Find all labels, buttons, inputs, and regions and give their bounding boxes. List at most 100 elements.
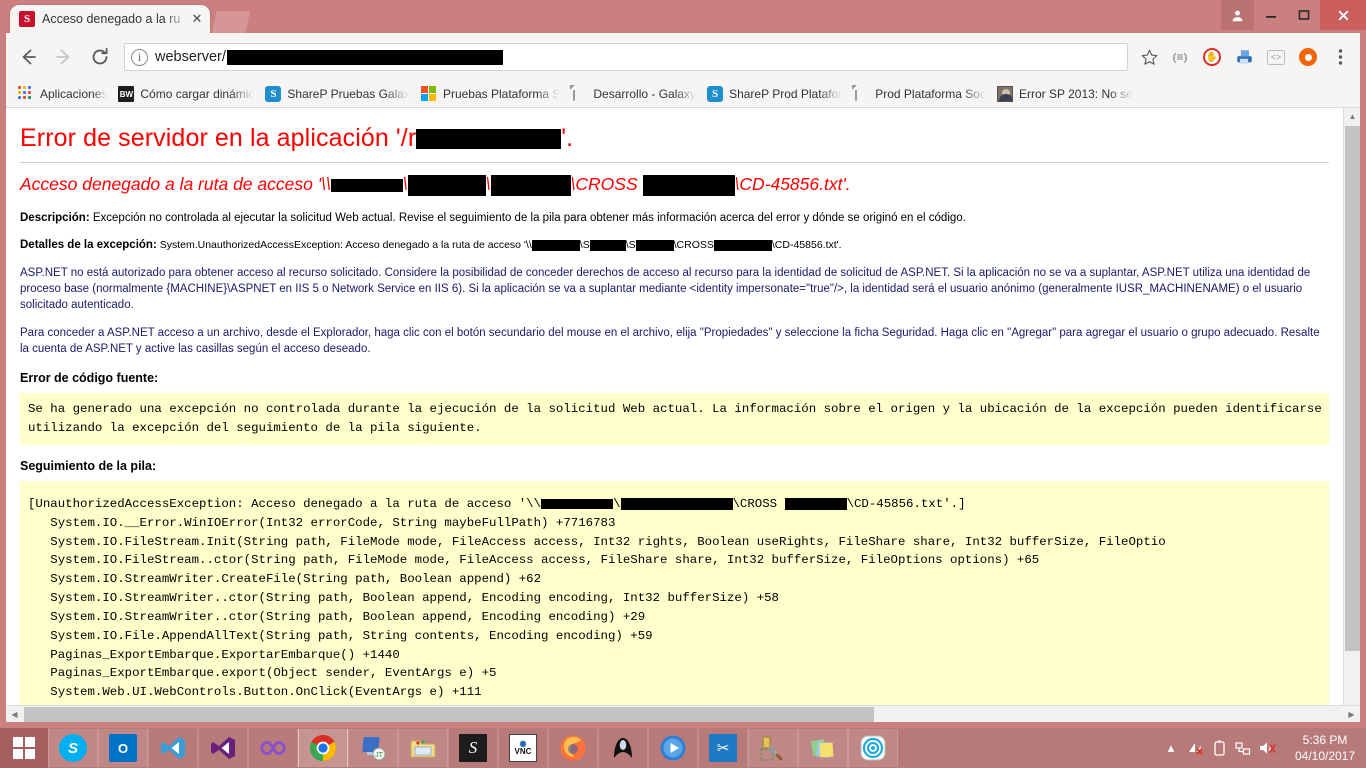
scroll-up-arrow-icon[interactable]: ▲: [1344, 108, 1361, 125]
new-tab-button[interactable]: [212, 11, 250, 33]
network-icon[interactable]: [1232, 733, 1254, 763]
visual-studio-blue-icon: [161, 737, 185, 759]
horizontal-scroll-thumb[interactable]: [24, 707, 874, 722]
tab-strip: S Acceso denegado a la ru ✕: [10, 5, 250, 33]
back-button[interactable]: [10, 39, 46, 75]
bw-icon: BW: [118, 86, 135, 102]
horizontal-scrollbar[interactable]: ◀ ▶: [6, 705, 1360, 722]
subtitle-redacted-3: [490, 174, 571, 196]
view-source-icon[interactable]: <>: [1261, 42, 1291, 72]
details-text-d: \CD-45856.txt'.: [771, 239, 842, 252]
taskbar-item-team-foundation[interactable]: [248, 729, 298, 767]
taskbar-item-windows-media-player[interactable]: [648, 729, 698, 767]
adblock-stop-icon[interactable]: ✋: [1197, 42, 1227, 72]
trace-redacted-3: [784, 497, 847, 510]
bookmark-star-icon[interactable]: [1134, 43, 1164, 71]
bookmark-sharep-pruebas-galaxy[interactable]: S ShareP Pruebas Galax: [261, 83, 417, 105]
taskbar-item-sublime-text[interactable]: S: [448, 729, 498, 767]
taskbar-item-audio-app[interactable]: [848, 729, 898, 767]
aspnet-howto-paragraph: Para conceder a ASP.NET acceso a un arch…: [20, 326, 1320, 355]
taskbar-item-sticky-notes[interactable]: [798, 729, 848, 767]
show-hidden-icons-button[interactable]: ▴: [1160, 733, 1182, 763]
network-error-glyph: [1189, 743, 1203, 755]
orange-ring-icon: [1299, 48, 1317, 66]
start-button[interactable]: [0, 728, 48, 768]
chrome-menu-button[interactable]: [1325, 42, 1355, 72]
maximize-icon: [1298, 10, 1309, 20]
network-error-icon[interactable]: [1184, 733, 1206, 763]
bookmark-como-cargar-dinamico[interactable]: BW Cómo cargar dinámic: [114, 83, 261, 105]
forward-arrow-icon: [56, 49, 70, 65]
save-to-printer-icon[interactable]: [1229, 42, 1259, 72]
bookmark-sharep-prod-plataforma[interactable]: S ShareP Prod Platafor: [703, 83, 849, 105]
bookmark-label: Cómo cargar dinámic: [140, 87, 255, 101]
bookmark-prod-plataforma-soc[interactable]: Prod Plataforma Soc: [849, 83, 993, 105]
title-divider: [20, 162, 1329, 163]
vertical-scrollbar[interactable]: ▲ ▼: [1343, 108, 1360, 722]
scroll-right-arrow-icon[interactable]: ▶: [1343, 706, 1360, 723]
minimize-icon: [1265, 16, 1276, 18]
user-profile-button[interactable]: [1221, 0, 1254, 30]
orange-circle-extension-icon[interactable]: [1293, 42, 1323, 72]
bookmark-apps[interactable]: Aplicaciones: [14, 83, 114, 105]
battery-icon[interactable]: [1208, 733, 1230, 763]
details-text-b: \S: [579, 239, 590, 252]
description-label: Descripción:: [20, 211, 90, 224]
taskbar-item-navicat[interactable]: [598, 729, 648, 767]
taskbar-item-remote-desktop[interactable]: JT: [348, 729, 398, 767]
close-window-button[interactable]: [1320, 0, 1366, 30]
taskbar-item-visual-studio-purple[interactable]: [198, 729, 248, 767]
minimize-button[interactable]: [1254, 0, 1287, 30]
sticky-notes-icon: [810, 739, 834, 758]
taskbar-item-vnc-viewer[interactable]: ◉ VNC: [498, 729, 548, 767]
windows-logo-icon: [13, 737, 35, 759]
url-prefix: webserver/: [155, 49, 226, 65]
bookmark-pruebas-plataforma[interactable]: Pruebas Plataforma S: [417, 83, 567, 105]
stack-trace-box: [UnauthorizedAccessException: Acceso den…: [20, 480, 1329, 722]
visual-studio-purple-icon: [211, 737, 235, 759]
taskbar-item-skype[interactable]: S: [48, 729, 98, 767]
taskbar-item-build-tool[interactable]: [748, 729, 798, 767]
battery-glyph: [1213, 740, 1225, 756]
brackets-extension-icon[interactable]: ⦅≡⦆: [1165, 42, 1195, 72]
tools-icon: ✂: [709, 734, 737, 762]
forward-button[interactable]: [46, 39, 82, 75]
subtitle-redacted-1: [330, 178, 403, 192]
trace-header-d: \CD-45856.txt'.]: [846, 496, 966, 511]
browser-tab[interactable]: S Acceso denegado a la ru ✕: [10, 5, 210, 33]
taskbar-item-file-explorer[interactable]: [398, 729, 448, 767]
stack-trace-heading: Seguimiento de la pila:: [20, 458, 157, 473]
vertical-scroll-thumb[interactable]: [1345, 126, 1360, 651]
reload-button[interactable]: [82, 39, 118, 75]
taskbar-clock[interactable]: 5:36 PM 04/10/2017: [1284, 728, 1366, 768]
build-tool-icon: [760, 736, 783, 761]
error-subtitle: Acceso denegado a la ruta de acceso '\\ \…: [20, 174, 1329, 196]
taskbar-item-outlook[interactable]: O: [98, 729, 148, 767]
address-bar[interactable]: i webserver/: [124, 43, 1128, 71]
details-text-a: System.UnauthorizedAccessException: Acce…: [156, 239, 532, 252]
exception-details-paragraph: Detalles de la excepción: System.Unautho…: [20, 237, 1329, 253]
taskbar-item-visual-studio-blue[interactable]: [148, 729, 198, 767]
back-arrow-icon: [22, 49, 36, 65]
taskbar-item-tools-utility[interactable]: ✂: [698, 729, 748, 767]
code-glyph: <>: [1267, 49, 1285, 65]
bookmark-desarrollo-galaxy[interactable]: Desarrollo - Galaxy: [567, 83, 703, 105]
site-info-icon[interactable]: i: [131, 48, 148, 66]
bookmarks-bar: Aplicaciones BW Cómo cargar dinámic S Sh…: [6, 81, 1360, 108]
bookmark-label: ShareP Pruebas Galax: [287, 87, 410, 101]
vnc-viewer-icon: ◉ VNC: [509, 734, 537, 762]
maximize-button[interactable]: [1287, 0, 1320, 30]
close-tab-icon[interactable]: ✕: [190, 11, 204, 26]
taskbar-item-mozilla-firefox[interactable]: [548, 729, 598, 767]
taskbar-item-google-chrome[interactable]: [298, 729, 348, 767]
clock-time: 5:36 PM: [1302, 732, 1348, 747]
trace-header-c: \CROSS: [732, 496, 785, 511]
bookmark-error-sp-2013[interactable]: Error SP 2013: No se: [993, 83, 1140, 105]
volume-muted-icon[interactable]: [1256, 733, 1278, 763]
brackets-glyph: ⦅≡⦆: [1172, 49, 1188, 64]
scroll-left-arrow-icon[interactable]: ◀: [6, 706, 23, 723]
trace-redacted-2: [620, 497, 733, 510]
sharepoint-icon: S: [265, 86, 282, 102]
description-text: Excepción no controlada al ejecutar la s…: [89, 211, 966, 224]
navicat-icon: [614, 738, 632, 758]
